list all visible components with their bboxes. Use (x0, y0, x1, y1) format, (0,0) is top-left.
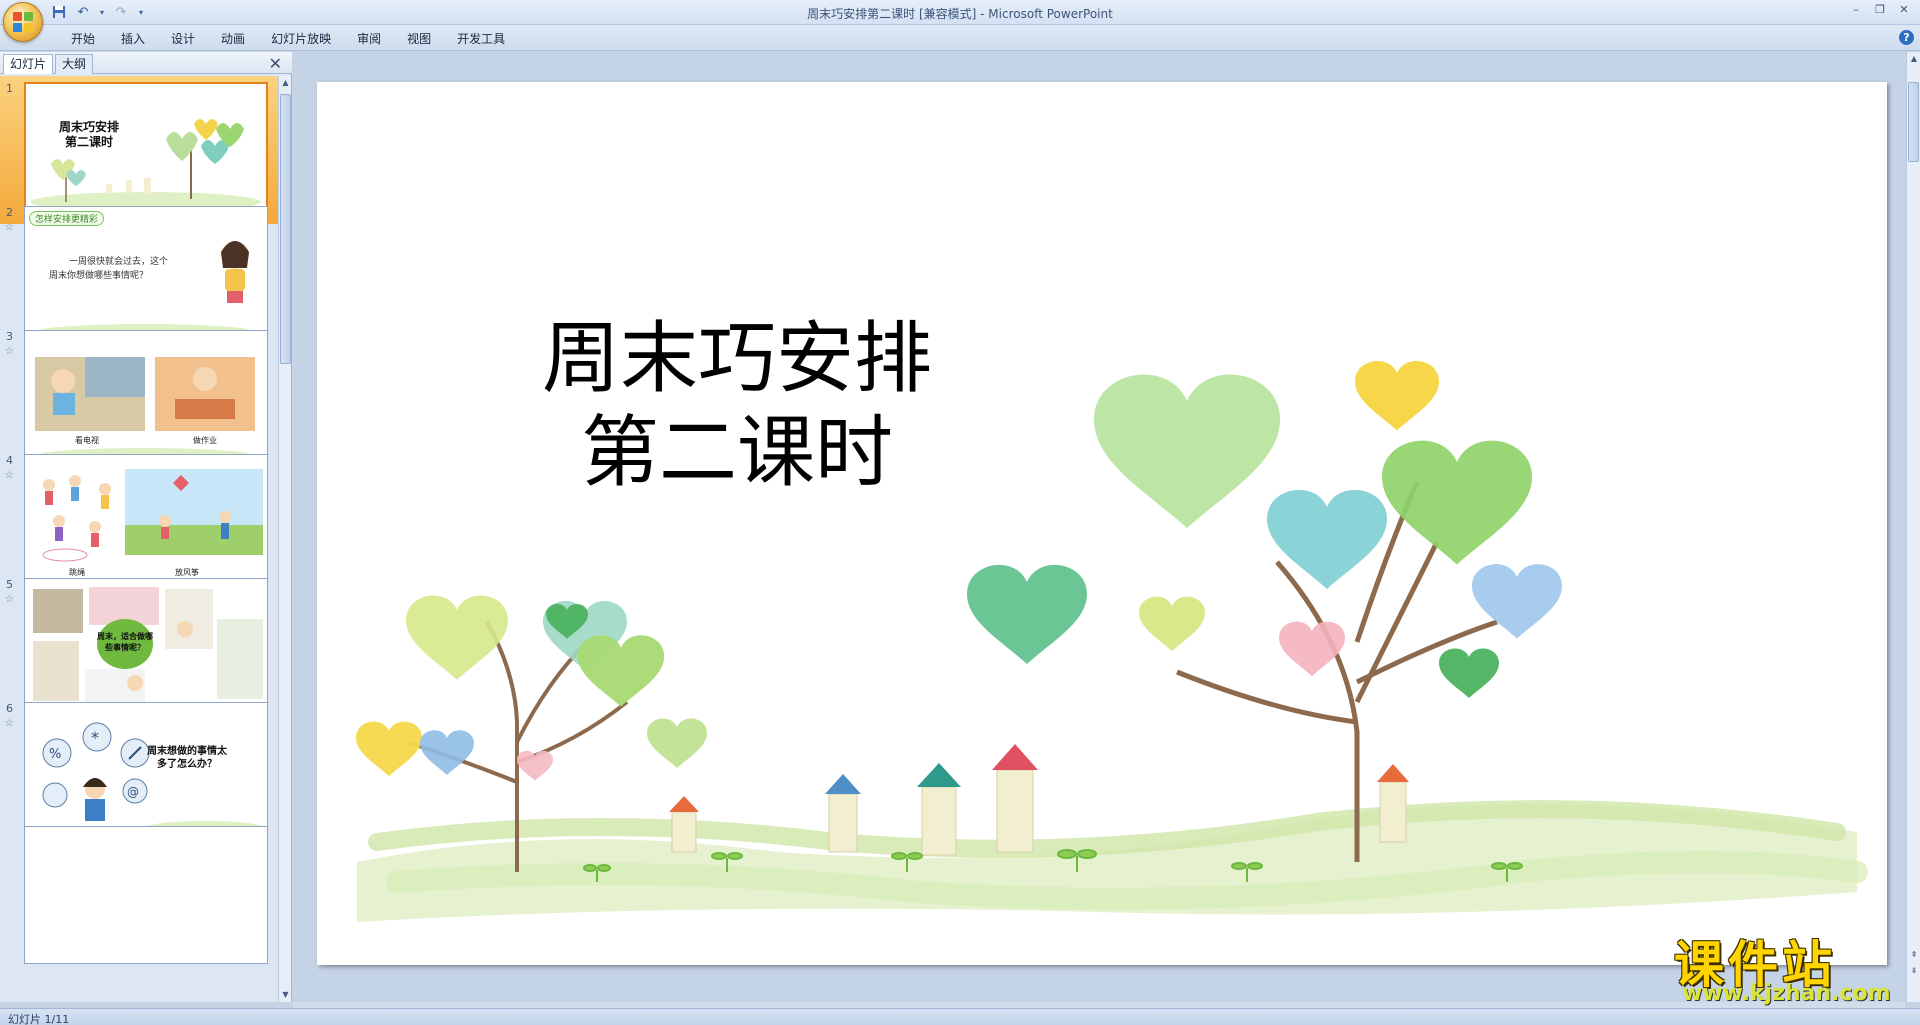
tab-design[interactable]: 设计 (158, 30, 208, 48)
editor-scrollbar[interactable]: ▲ ⇞ ⇟ (1906, 52, 1920, 1002)
status-bar: 幻灯片 1/11 (0, 1008, 1920, 1025)
slide-title-line1: 周末巧安排 (541, 314, 932, 404)
tab-developer[interactable]: 开发工具 (444, 30, 518, 48)
current-slide[interactable]: 周末巧安排 第二课时 (317, 82, 1887, 965)
tab-slideshow[interactable]: 幻灯片放映 (258, 30, 344, 48)
scroll-up-icon[interactable]: ▲ (1907, 52, 1920, 66)
minimize-icon[interactable]: – (1846, 2, 1866, 18)
window-controls: – ❐ ✕ (1846, 2, 1914, 18)
tab-insert[interactable]: 插入 (108, 30, 158, 48)
previous-slide-icon[interactable]: ⇞ (1907, 948, 1920, 962)
tab-home[interactable]: 开始 (58, 30, 108, 48)
svg-text:*: * (91, 728, 99, 747)
pane-tabs: 幻灯片 大纲 ✕ (0, 52, 292, 74)
office-logo-icon (13, 12, 33, 32)
restore-icon[interactable]: ❐ (1870, 2, 1890, 18)
tab-animations[interactable]: 动画 (208, 30, 258, 48)
slide-thumbnail[interactable] (24, 826, 268, 964)
close-icon[interactable]: ✕ (1894, 2, 1914, 18)
thumb-question: 周末想做的事情太多了怎么办？ (147, 746, 227, 770)
slide-title-line2: 第二课时 (580, 408, 893, 498)
scroll-up-icon[interactable]: ▲ (279, 76, 292, 90)
animation-star-icon: ☆ (5, 346, 14, 357)
watermark: 课件站 www.kjzhan.com (1668, 925, 1908, 1006)
ribbon-tabs: 开始 插入 设计 动画 幻灯片放映 审阅 视图 开发工具 (58, 30, 518, 48)
slides-pane-scrollbar[interactable]: ▲ ▼ (278, 76, 291, 1002)
slide-number: 6 (6, 702, 13, 715)
scroll-thumb[interactable] (280, 94, 291, 364)
slide-number: 5 (6, 578, 13, 591)
title-bar: ↶ ▾ ↷ ▾ 周末巧安排第二课时 [兼容模式] - Microsoft Pow… (0, 0, 1920, 25)
animation-star-icon: ☆ (5, 594, 14, 605)
svg-text:%: % (49, 747, 61, 762)
slide-number: 1 (6, 82, 13, 95)
slide-count-status: 幻灯片 1/11 (8, 1013, 70, 1025)
slide-thumbnail-row[interactable] (0, 820, 278, 968)
slide-number: 3 (6, 330, 13, 343)
animation-star-icon: ☆ (5, 718, 14, 729)
office-button[interactable] (3, 2, 43, 42)
slide-thumbnails: 1 周末巧安排 第二课时 2 ☆ 怎样安排更精彩 一周很快就会过去，这个 周末你… (0, 76, 278, 1002)
heart-trees-illustration-icon (356, 361, 1868, 922)
slide-number: 2 (6, 206, 13, 219)
slide-title[interactable]: 周末巧安排 第二课时 (497, 312, 977, 500)
help-icon[interactable]: ? (1899, 30, 1914, 45)
slide-editor: 周末巧安排 第二课时 (293, 52, 1905, 1002)
animation-star-icon: ☆ (5, 222, 14, 233)
animation-star-icon: ☆ (5, 470, 14, 481)
scroll-thumb[interactable] (1908, 82, 1919, 162)
thumb-caption: 做作业 (193, 436, 217, 445)
svg-text:@: @ (127, 785, 139, 799)
thumb-caption: 看电视 (75, 436, 99, 445)
scroll-down-icon[interactable]: ▼ (279, 988, 292, 1002)
slide-number: 4 (6, 454, 13, 467)
close-pane-icon[interactable]: ✕ (269, 54, 282, 73)
tab-review[interactable]: 审阅 (344, 30, 394, 48)
tab-outline[interactable]: 大纲 (55, 54, 94, 74)
slides-pane: 幻灯片 大纲 ✕ 1 周末巧安排 第二课时 2 ☆ 怎样安排更精彩 一周很快就会… (0, 52, 292, 1002)
ribbon: 开始 插入 设计 动画 幻灯片放映 审阅 视图 开发工具 ? (0, 25, 1920, 51)
tab-view[interactable]: 视图 (394, 30, 444, 48)
window-title: 周末巧安排第二课时 [兼容模式] - Microsoft PowerPoint (807, 7, 1113, 21)
tab-slides[interactable]: 幻灯片 (3, 54, 54, 74)
thumb-bubble: 周末，适合做哪些事情呢？ (97, 619, 153, 669)
next-slide-icon[interactable]: ⇟ (1907, 964, 1920, 978)
watermark-url: www.kjzhan.com (1682, 981, 1891, 1006)
